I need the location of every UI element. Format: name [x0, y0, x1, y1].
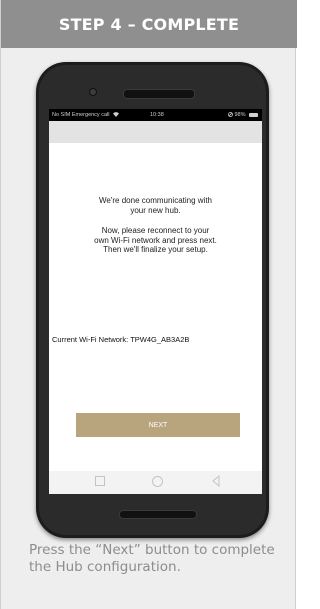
status-bar: No SIM Emergency call 10:38 98%: [49, 109, 262, 121]
done-message: We're done communicating with your new h…: [99, 196, 212, 215]
earpiece-speaker: [123, 89, 195, 99]
circle-home-icon[interactable]: [152, 476, 163, 487]
triangle-back-icon[interactable]: [211, 475, 221, 487]
reconnect-message: Now, please reconnect to your own Wi-Fi …: [94, 226, 217, 254]
instruction-card: STEP 4 – COMPLETE No SIM Emergency call …: [0, 0, 297, 609]
carrier-status: No SIM Emergency call: [52, 112, 110, 118]
step-header: STEP 4 – COMPLETE: [1, 0, 297, 48]
status-time: 10:38: [150, 112, 164, 118]
square-icon[interactable]: [95, 476, 105, 486]
phone-mockup: No SIM Emergency call 10:38 98% We're do…: [36, 62, 269, 538]
next-button[interactable]: NEXT: [76, 413, 240, 437]
app-toolbar: [49, 121, 262, 143]
android-nav-bar: [49, 471, 262, 494]
battery-icon: [249, 112, 258, 117]
phone-body: No SIM Emergency call 10:38 98% We're do…: [39, 65, 266, 535]
camera-icon: [89, 88, 97, 96]
bottom-speaker: [119, 510, 197, 519]
step-title: STEP 4 – COMPLETE: [58, 14, 240, 34]
signal-off-icon: [228, 112, 233, 117]
instruction-caption: Press the “Next” button to complete the …: [29, 542, 275, 575]
phone-screen: No SIM Emergency call 10:38 98% We're do…: [49, 109, 262, 494]
current-wifi-network: Current Wi-Fi Network: TPW4G_AB3A2B: [52, 335, 190, 344]
battery-percent: 98%: [234, 112, 246, 118]
wifi-icon: [113, 112, 119, 118]
